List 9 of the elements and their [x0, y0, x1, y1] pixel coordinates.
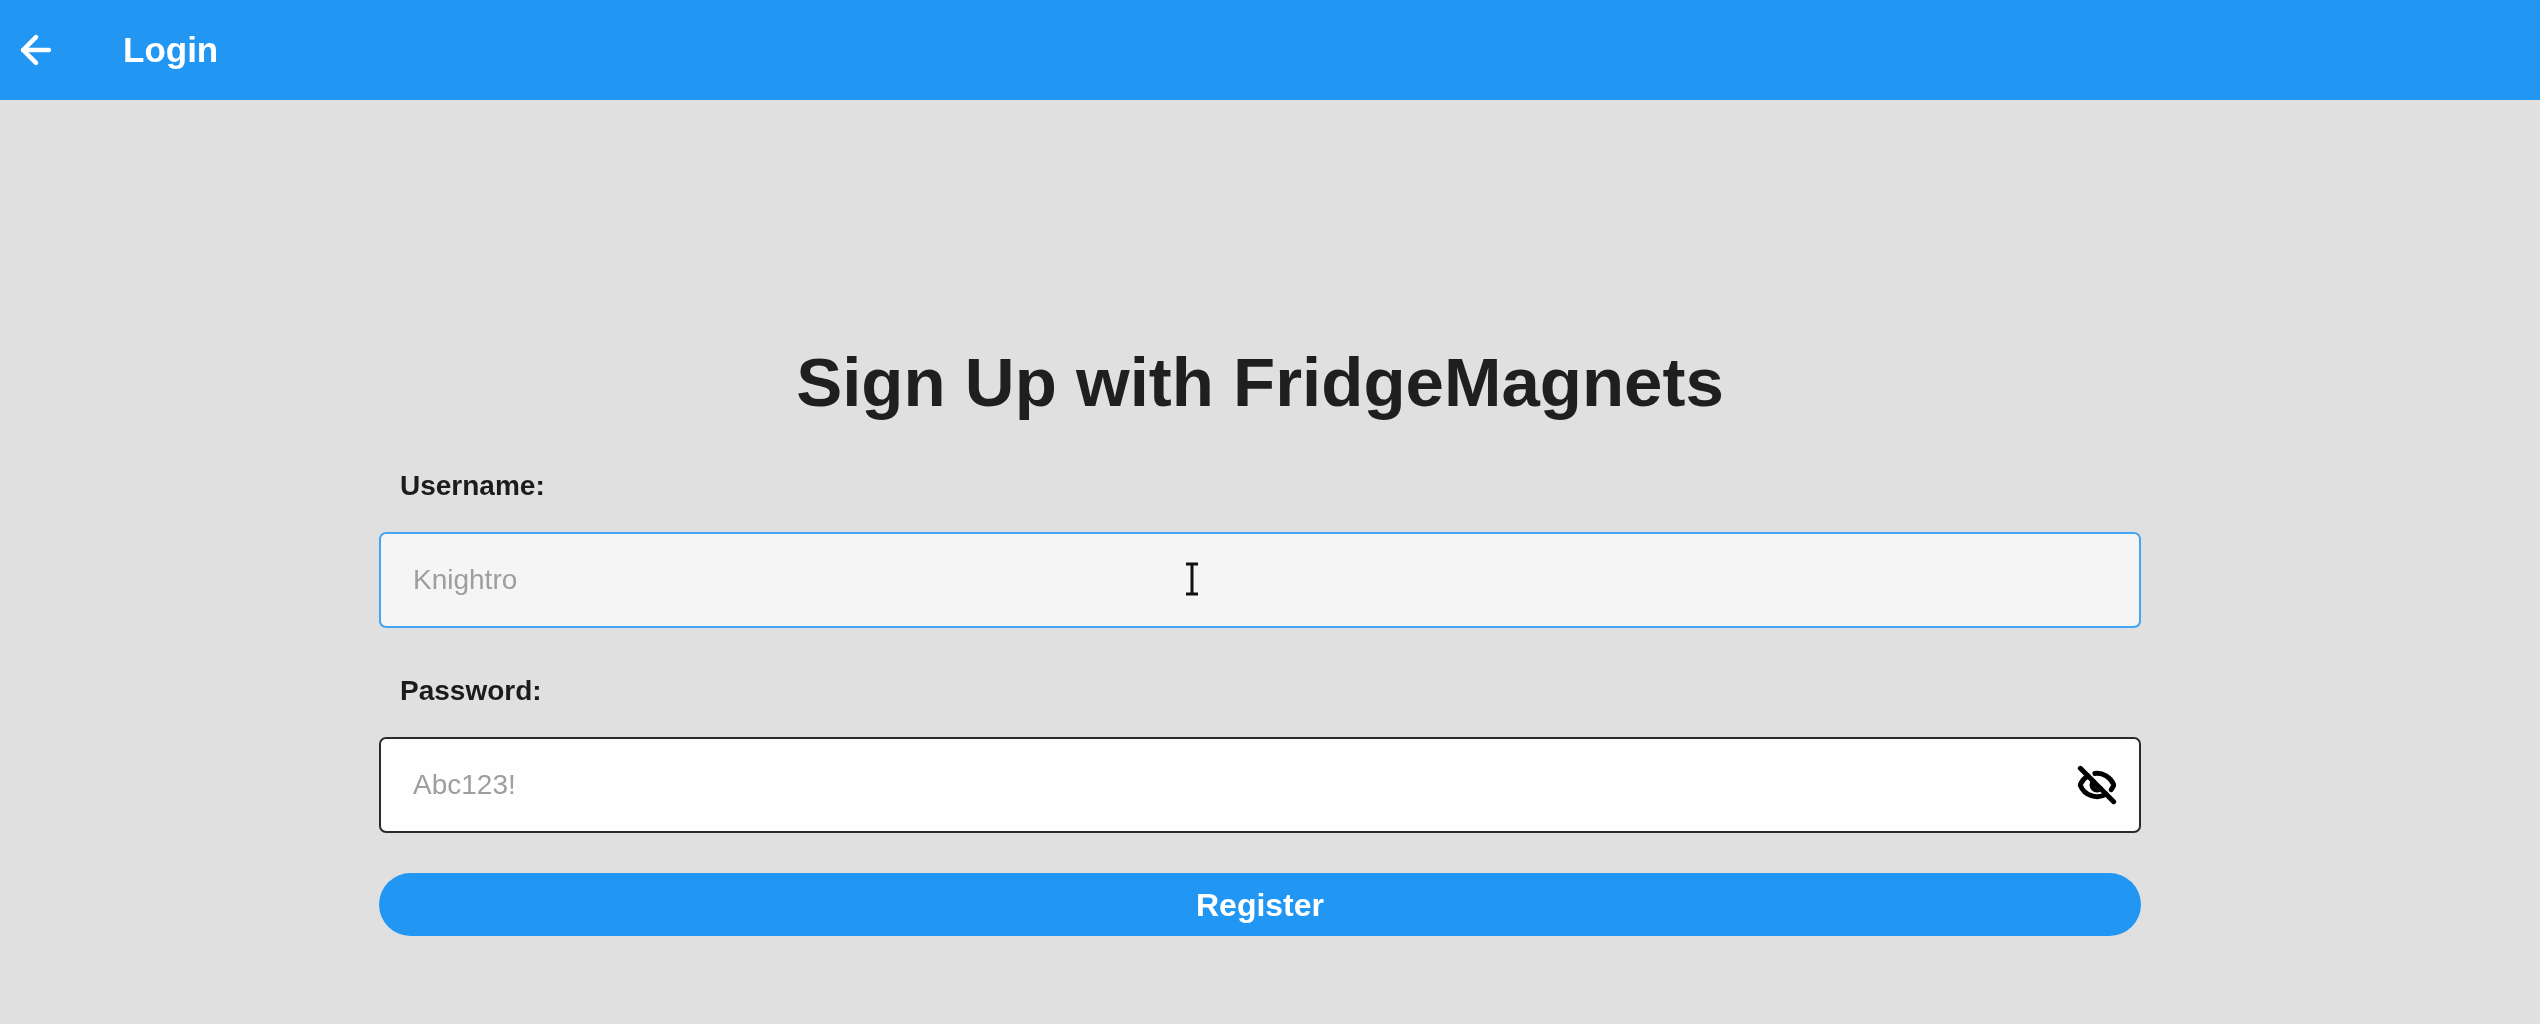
field-label: Password:	[400, 674, 542, 708]
password-field[interactable]: Abc123!	[379, 737, 2141, 833]
text-cursor-icon	[1184, 562, 1200, 596]
field-label: Username:	[400, 469, 545, 503]
page-heading: Sign Up with FridgeMagnets	[796, 343, 1724, 423]
app-bar-title: Login	[123, 28, 219, 71]
eye-off-icon[interactable]	[2077, 765, 2117, 805]
username-field[interactable]: Knightro	[379, 532, 2141, 628]
register-button[interactable]: Register	[379, 873, 2141, 936]
